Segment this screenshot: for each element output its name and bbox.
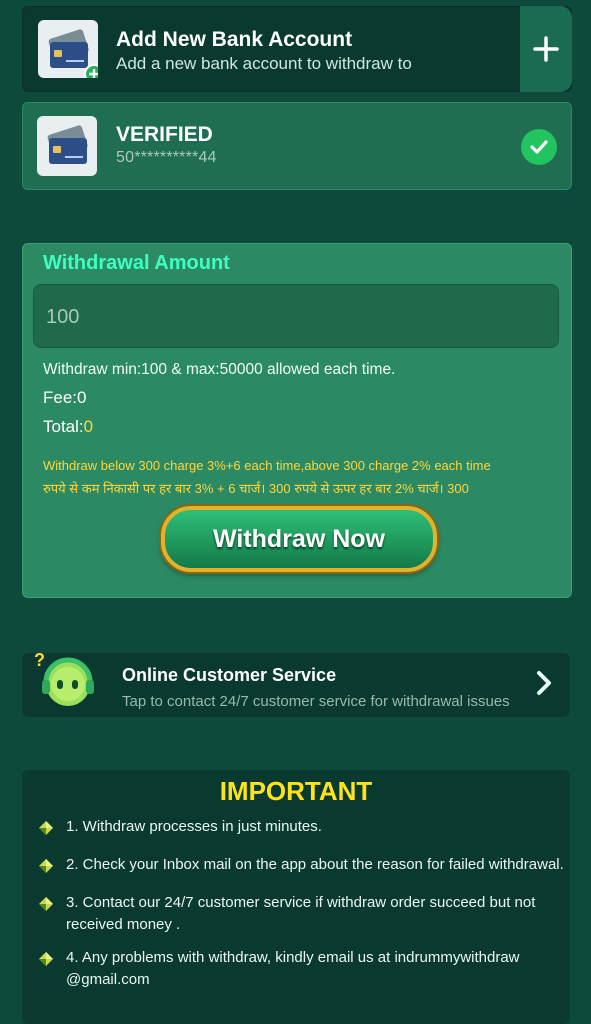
amount-input[interactable]: 100 [33, 284, 559, 348]
important-title: IMPORTANT [219, 776, 373, 806]
important-list: 1. Withdraw processes in just minutes. 2… [38, 816, 568, 1002]
list-item: 4. Any problems with withdraw, kindly em… [38, 947, 568, 991]
check-icon [521, 129, 557, 165]
add-bank-button[interactable] [520, 6, 572, 92]
list-item-text: 1. Withdraw processes in just minutes. [66, 818, 322, 835]
list-item: 1. Withdraw processes in just minutes. [38, 816, 568, 843]
important-notice: IMPORTANT 1. Withdraw processes in just … [22, 770, 570, 1024]
bank-card-icon [38, 20, 98, 78]
add-bank-subtitle: Add a new bank account to withdraw to [116, 54, 412, 73]
account-number: 50**********44 [116, 149, 217, 166]
withdrawal-amount-title: Withdrawal Amount [43, 252, 230, 274]
withdrawal-panel: Withdrawal Amount 100 Withdraw min:100 &… [22, 243, 572, 598]
verified-bank-account-card[interactable]: VERIFIED 50**********44 [22, 102, 572, 190]
withdraw-limit-text: Withdraw min:100 & max:50000 allowed eac… [43, 361, 396, 378]
fee-text: Fee:0 [43, 388, 87, 407]
diamond-icon [38, 892, 66, 919]
list-item-text: 4. Any problems with withdraw, kindly em… [66, 949, 520, 988]
total-label: Total: [43, 417, 84, 436]
total-value: 0 [83, 417, 94, 436]
bank-card-icon [37, 116, 97, 176]
plus-icon [533, 36, 559, 62]
diamond-icon [38, 816, 66, 843]
list-item: 2. Check your Inbox mail on the app abou… [38, 854, 568, 881]
charge-note-hindi: रुपये से कम निकासी पर हर बार 3% + 6 चार्… [43, 481, 469, 496]
customer-service-card[interactable]: ? Online Customer Service Tap to contact… [22, 650, 570, 717]
list-item-text: 3. Contact our 24/7 customer service if … [66, 894, 536, 933]
chevron-right-icon [534, 669, 554, 704]
diamond-icon [38, 947, 66, 974]
customer-service-subtitle: Tap to contact 24/7 customer service for… [122, 693, 510, 710]
customer-service-icon: ? [34, 650, 94, 706]
amount-placeholder: 100 [46, 306, 80, 328]
customer-service-title: Online Customer Service [122, 665, 337, 685]
svg-text:?: ? [34, 650, 45, 670]
total-text: Total:0 [43, 417, 93, 437]
list-item-text: 2. Check your Inbox mail on the app abou… [66, 856, 564, 873]
diamond-icon [38, 854, 66, 881]
list-item: 3. Contact our 24/7 customer service if … [38, 892, 568, 936]
add-bank-account-card[interactable]: Add New Bank Account Add a new bank acco… [22, 6, 572, 92]
charge-note-english: Withdraw below 300 charge 3%+6 each time… [43, 458, 491, 473]
add-bank-title: Add New Bank Account [116, 28, 353, 51]
verified-status: VERIFIED [116, 123, 213, 146]
withdraw-now-button[interactable]: Withdraw Now [161, 506, 437, 572]
